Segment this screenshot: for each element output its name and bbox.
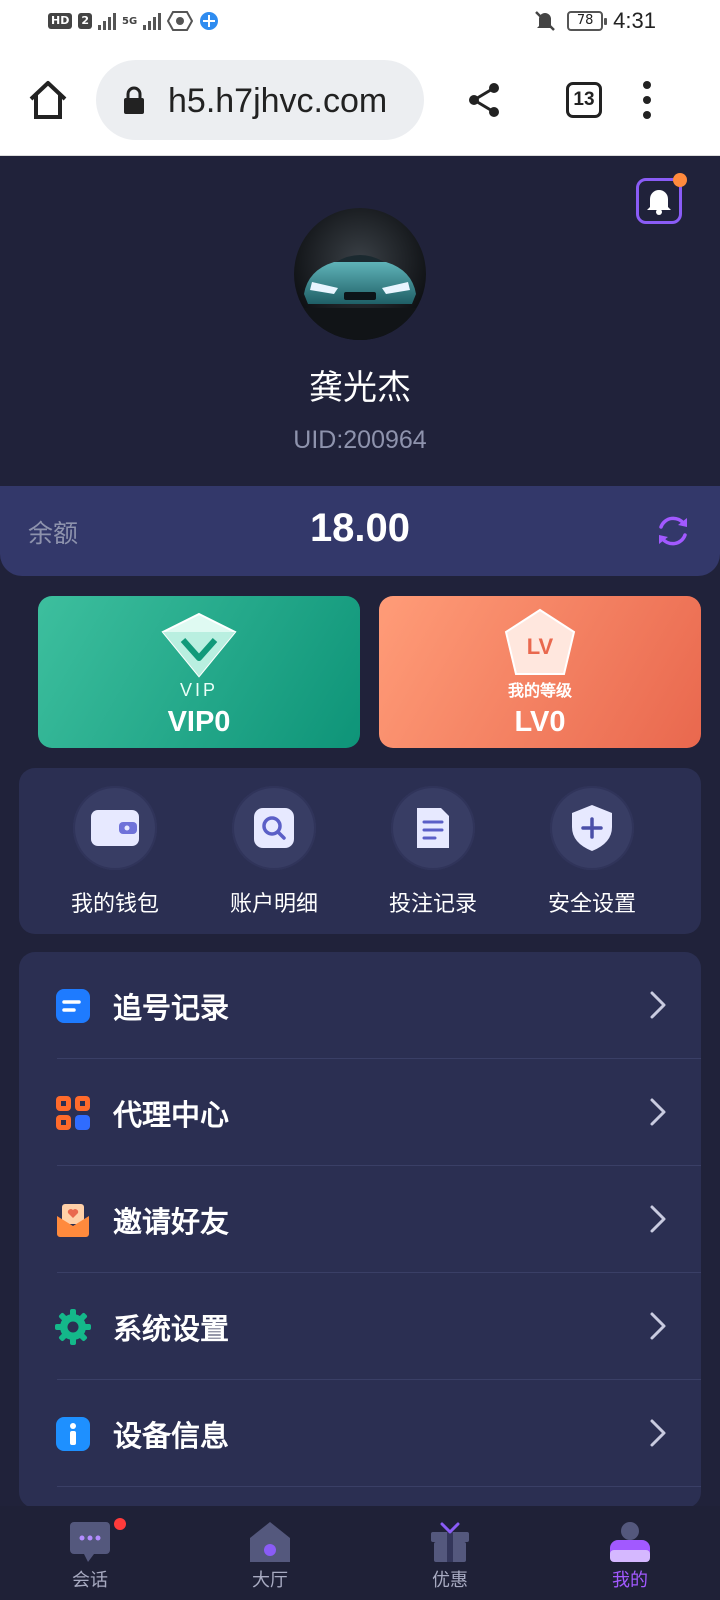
signal-icon [98,12,116,30]
network-label: 5G [122,15,138,27]
quick-action-security[interactable]: 安全设置 [522,786,662,926]
quick-action-bet-records[interactable]: 投注记录 [363,786,503,926]
profile-icon [610,1522,650,1562]
vip-card[interactable]: VIP VIP0 [38,596,360,748]
invite-icon [57,1204,89,1237]
vip-emblem-text: VIP [180,680,218,700]
notification-dot [673,173,687,187]
balance-bar: 余额 18.00 [0,486,720,576]
chat-icon [70,1522,110,1562]
diamond-icon: VIP [161,612,237,700]
divider [57,1486,701,1487]
avatar[interactable] [294,208,426,340]
menu-item-system-settings[interactable]: 系统设置 [19,1273,701,1380]
menu-item-device-info[interactable]: 设备信息 [19,1380,701,1487]
browser-app-icon [200,12,219,30]
document-icon [417,808,449,848]
refresh-icon[interactable] [654,512,692,550]
home-button[interactable] [26,78,70,122]
battery-icon: 78 [567,11,608,31]
balance-value: 18.00 [309,506,411,550]
menu-item-agent-center[interactable]: 代理中心 [19,1059,701,1166]
quick-action-label: 安全设置 [547,892,636,917]
user-name: 龚光杰 [309,368,411,408]
bottom-nav: 会话 大厅 优惠 我的 [0,1506,720,1600]
clock: 4:31 [613,8,656,33]
sim-badge: 2 [78,13,92,29]
menu-label: 邀请好友 [113,1205,230,1239]
list-icon [56,989,90,1023]
quick-action-label: 我的钱包 [70,892,159,917]
home-icon [250,1522,290,1562]
nav-tab-mine[interactable]: 我的 [540,1506,720,1600]
status-right: 78 4:31 [533,8,656,34]
browser-toolbar: h5.h7jhvc.com 13 [0,44,720,156]
menu-list: 追号记录 代理中心 邀请好友 系统设置 设备信息 [19,952,701,1508]
nav-tab-chat[interactable]: 会话 [0,1506,180,1600]
status-bar: HD 2 5G 78 4:31 [0,0,720,44]
menu-label: 代理中心 [113,1098,230,1132]
chevron-right-icon [650,1098,666,1126]
notification-button[interactable] [636,173,687,224]
url-text: h5.h7jhvc.com [168,82,388,120]
quick-action-account-detail[interactable]: 账户明细 [204,786,344,926]
quick-action-label: 账户明细 [229,892,318,917]
shield-icon [572,805,612,851]
status-left: HD 2 5G [48,10,219,32]
menu-label: 设备信息 [113,1419,230,1453]
level-value: LV0 [514,706,566,738]
nav-tab-lobby[interactable]: 大厅 [180,1506,360,1600]
level-badge-icon: LV 我的等级 [504,608,576,700]
search-doc-icon [254,808,294,848]
unread-dot [114,1518,126,1530]
info-icon [56,1417,90,1451]
tab-switcher-button[interactable]: 13 [566,82,602,118]
gift-icon [431,1522,469,1562]
nav-label: 大厅 [252,1570,288,1591]
user-uid: UID:200964 [293,426,427,454]
hd-badge: HD [48,13,73,29]
more-menu-icon[interactable] [640,78,654,122]
nav-label: 优惠 [432,1570,468,1591]
level-caption: 我的等级 [508,681,573,700]
bell-icon [647,190,671,215]
signal-icon-2 [143,12,162,30]
level-emblem-text: LV [527,634,554,659]
menu-label: 系统设置 [113,1312,230,1346]
chevron-right-icon [650,991,666,1019]
hand-icon [167,11,194,31]
car-avatar-image [294,208,426,340]
nav-tab-promotions[interactable]: 优惠 [360,1506,540,1600]
lock-icon [124,86,144,114]
nav-label: 我的 [612,1570,648,1591]
quick-action-wallet[interactable]: 我的钱包 [45,786,185,926]
address-bar[interactable]: h5.h7jhvc.com [96,60,424,140]
quick-actions-panel: 我的钱包 账户明细 投注记录 安全设置 [19,768,701,934]
menu-item-invite-friends[interactable]: 邀请好友 [19,1166,701,1273]
menu-item-chase-records[interactable]: 追号记录 [19,952,701,1059]
nav-label: 会话 [72,1570,108,1591]
chevron-right-icon [650,1312,666,1340]
agent-grid-icon [56,1096,90,1130]
quick-action-label: 投注记录 [388,892,477,917]
vip-level-value: VIP0 [167,706,231,738]
gear-icon [55,1309,91,1345]
menu-label: 追号记录 [113,991,230,1025]
chevron-right-icon [650,1419,666,1447]
share-icon[interactable] [466,82,502,118]
level-card[interactable]: LV 我的等级 LV0 [379,596,701,748]
wallet-icon [91,810,139,846]
mute-bell-icon [535,11,556,31]
chevron-right-icon [650,1205,666,1233]
